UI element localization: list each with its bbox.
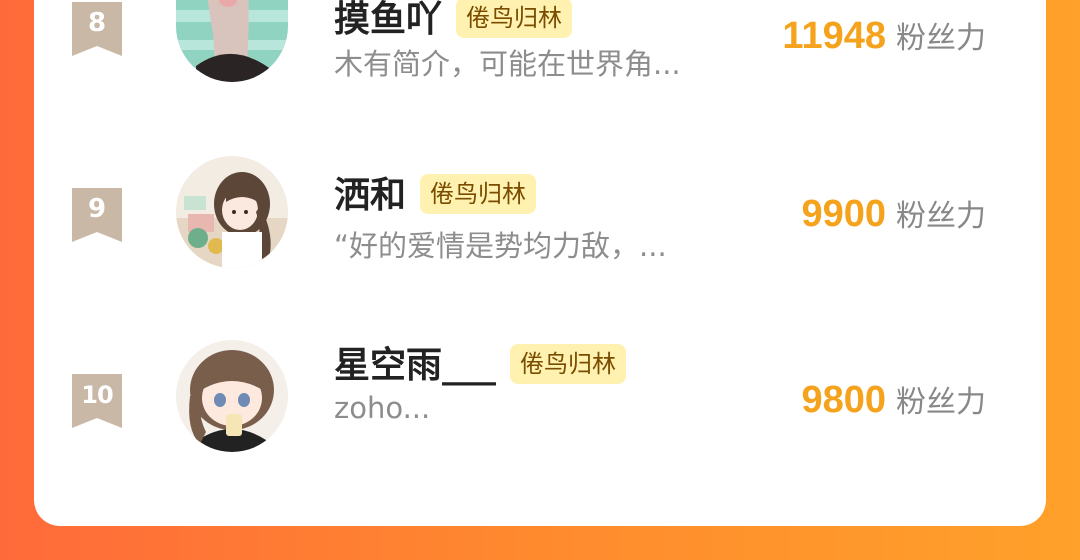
user-name[interactable]: 洒和 倦鸟归林 xyxy=(334,174,537,218)
user-name-text: 星空雨___ xyxy=(334,345,497,386)
user-name[interactable]: 星空雨___ 倦鸟归林 xyxy=(334,344,627,388)
rank-badge: 8 xyxy=(72,2,122,56)
cat-paw-avatar-icon xyxy=(176,0,288,82)
user-avatar[interactable] xyxy=(176,0,288,82)
rank-badge: 10 xyxy=(72,374,122,428)
fans-power: 11948 粉丝力 xyxy=(782,14,986,61)
user-bio: “好的爱情是势均力敌，... xyxy=(334,229,667,263)
fans-power: 9800 粉丝力 xyxy=(801,378,986,425)
fans-count: 11948 xyxy=(782,15,886,57)
rank-number: 8 xyxy=(87,8,107,38)
ranking-row[interactable]: 8 摸鱼吖 倦鸟归林 木有简介，可能在世界角... 11948 粉丝力 xyxy=(34,0,1046,110)
group-tag: 倦鸟归林 xyxy=(420,174,537,214)
rank-badge: 9 xyxy=(72,188,122,242)
group-tag: 倦鸟归林 xyxy=(510,344,627,384)
anime-girl-avatar-icon xyxy=(176,156,288,268)
fans-count: 9900 xyxy=(801,193,886,235)
fans-count: 9800 xyxy=(801,379,886,421)
group-tag: 倦鸟归林 xyxy=(456,0,573,38)
ranking-row[interactable]: 9 洒和 倦鸟归林 “好的爱情是势均力敌，... 9900 粉丝力 xyxy=(34,148,1046,288)
fans-power: 9900 粉丝力 xyxy=(801,192,986,239)
fans-unit: 粉丝力 xyxy=(896,385,986,420)
ranking-row[interactable]: 10 星空雨___ 倦鸟归林 zoho... 9800 粉丝力 xyxy=(34,334,1046,474)
user-bio: zoho... xyxy=(334,391,431,425)
user-name-text: 洒和 xyxy=(334,175,407,216)
rank-number: 9 xyxy=(87,194,107,224)
fans-unit: 粉丝力 xyxy=(896,199,986,234)
user-avatar[interactable] xyxy=(176,340,288,452)
user-name-text: 摸鱼吖 xyxy=(334,0,443,40)
user-avatar[interactable] xyxy=(176,156,288,268)
chibi-girl-avatar-icon xyxy=(176,340,288,452)
fans-unit: 粉丝力 xyxy=(896,21,986,56)
ranking-card: 8 摸鱼吖 倦鸟归林 木有简介，可能在世界角... 11948 粉丝力 9 洒和… xyxy=(34,0,1046,526)
user-name[interactable]: 摸鱼吖 倦鸟归林 xyxy=(334,0,573,42)
rank-number: 10 xyxy=(81,381,113,409)
user-bio: 木有简介，可能在世界角... xyxy=(334,47,681,81)
